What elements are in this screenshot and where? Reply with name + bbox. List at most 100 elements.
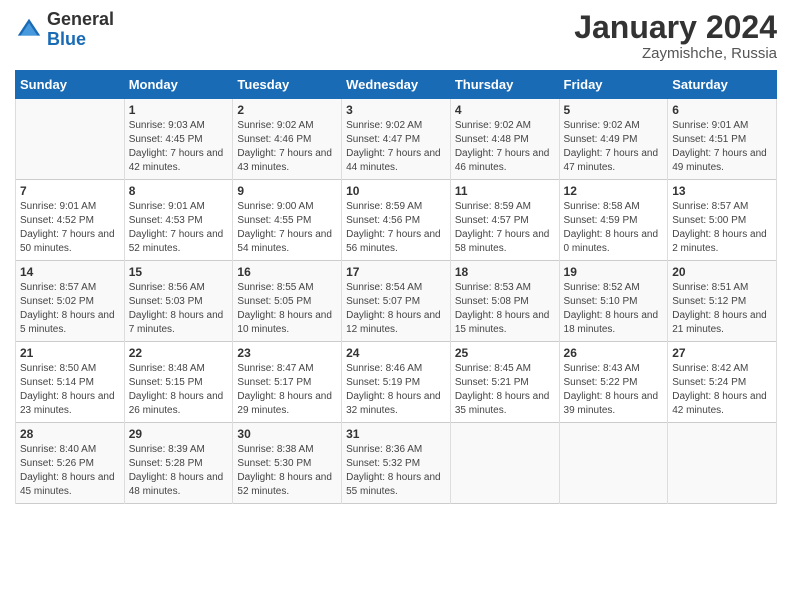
week-row-3: 14 Sunrise: 8:57 AMSunset: 5:02 PMDayligh…	[16, 261, 777, 342]
day-cell: 9 Sunrise: 9:00 AMSunset: 4:55 PMDaylight…	[233, 180, 342, 261]
day-cell: 17 Sunrise: 8:54 AMSunset: 5:07 PMDayligh…	[342, 261, 451, 342]
day-number: 15	[129, 265, 229, 279]
day-number: 28	[20, 427, 120, 441]
day-info: Sunrise: 9:01 AMSunset: 4:52 PMDaylight:…	[20, 200, 120, 256]
calendar-table: SundayMondayTuesdayWednesdayThursdayFrid…	[15, 70, 777, 504]
day-info: Sunrise: 8:43 AMSunset: 5:22 PMDaylight:…	[564, 362, 664, 418]
logo-text: General Blue	[47, 10, 114, 50]
day-cell: 1 Sunrise: 9:03 AMSunset: 4:45 PMDaylight…	[124, 99, 233, 180]
day-number: 2	[237, 103, 337, 117]
day-cell: 7 Sunrise: 9:01 AMSunset: 4:52 PMDaylight…	[16, 180, 125, 261]
day-cell: 4Sunrise: 9:02 AMSunset: 4:48 PMDaylight…	[450, 99, 559, 180]
location: Zaymishche, Russia	[574, 45, 777, 62]
day-number: 31	[346, 427, 446, 441]
day-cell: 21 Sunrise: 8:50 AMSunset: 5:14 PMDayligh…	[16, 342, 125, 423]
week-row-2: 7 Sunrise: 9:01 AMSunset: 4:52 PMDaylight…	[16, 180, 777, 261]
day-info: Sunrise: 9:02 AMSunset: 4:49 PMDaylight:…	[564, 119, 664, 175]
day-cell: 31 Sunrise: 8:36 AMSunset: 5:32 PMDayligh…	[342, 423, 451, 504]
day-info: Sunrise: 8:36 AMSunset: 5:32 PMDaylight:…	[346, 443, 446, 499]
logo-general: General	[47, 10, 114, 30]
day-number: 22	[129, 346, 229, 360]
header-day-wednesday: Wednesday	[342, 71, 451, 99]
header-day-saturday: Saturday	[668, 71, 777, 99]
day-number: 1	[129, 103, 229, 117]
day-info: Sunrise: 8:57 AMSunset: 5:02 PMDaylight:…	[20, 281, 120, 337]
day-info: Sunrise: 9:01 AMSunset: 4:53 PMDaylight:…	[129, 200, 229, 256]
day-info: Sunrise: 8:51 AMSunset: 5:12 PMDaylight:…	[672, 281, 772, 337]
day-number: 26	[564, 346, 664, 360]
day-cell	[559, 423, 668, 504]
day-number: 17	[346, 265, 446, 279]
day-info: Sunrise: 9:02 AMSunset: 4:46 PMDaylight:…	[237, 119, 337, 175]
day-cell: 18Sunrise: 8:53 AMSunset: 5:08 PMDayligh…	[450, 261, 559, 342]
week-row-5: 28Sunrise: 8:40 AMSunset: 5:26 PMDayligh…	[16, 423, 777, 504]
day-cell: 5 Sunrise: 9:02 AMSunset: 4:49 PMDaylight…	[559, 99, 668, 180]
day-cell: 15 Sunrise: 8:56 AMSunset: 5:03 PMDayligh…	[124, 261, 233, 342]
header-day-monday: Monday	[124, 71, 233, 99]
day-number: 6	[672, 103, 772, 117]
day-number: 14	[20, 265, 120, 279]
header-day-sunday: Sunday	[16, 71, 125, 99]
day-cell: 6 Sunrise: 9:01 AMSunset: 4:51 PMDaylight…	[668, 99, 777, 180]
day-number: 16	[237, 265, 337, 279]
header-day-friday: Friday	[559, 71, 668, 99]
day-number: 21	[20, 346, 120, 360]
day-info: Sunrise: 9:03 AMSunset: 4:45 PMDaylight:…	[129, 119, 229, 175]
day-info: Sunrise: 8:57 AMSunset: 5:00 PMDaylight:…	[672, 200, 772, 256]
header-row: SundayMondayTuesdayWednesdayThursdayFrid…	[16, 71, 777, 99]
day-number: 25	[455, 346, 555, 360]
day-info: Sunrise: 8:52 AMSunset: 5:10 PMDaylight:…	[564, 281, 664, 337]
logo-icon	[15, 16, 43, 44]
day-cell	[450, 423, 559, 504]
day-info: Sunrise: 8:56 AMSunset: 5:03 PMDaylight:…	[129, 281, 229, 337]
day-cell: 2 Sunrise: 9:02 AMSunset: 4:46 PMDaylight…	[233, 99, 342, 180]
header: General Blue January 2024 Zaymishche, Ru…	[15, 10, 777, 62]
day-info: Sunrise: 8:50 AMSunset: 5:14 PMDaylight:…	[20, 362, 120, 418]
day-number: 19	[564, 265, 664, 279]
day-info: Sunrise: 8:38 AMSunset: 5:30 PMDaylight:…	[237, 443, 337, 499]
month-title: January 2024	[574, 10, 777, 45]
day-info: Sunrise: 9:00 AMSunset: 4:55 PMDaylight:…	[237, 200, 337, 256]
day-number: 23	[237, 346, 337, 360]
day-cell: 30Sunrise: 8:38 AMSunset: 5:30 PMDayligh…	[233, 423, 342, 504]
day-info: Sunrise: 8:54 AMSunset: 5:07 PMDaylight:…	[346, 281, 446, 337]
day-number: 9	[237, 184, 337, 198]
header-day-thursday: Thursday	[450, 71, 559, 99]
day-info: Sunrise: 9:02 AMSunset: 4:47 PMDaylight:…	[346, 119, 446, 175]
day-cell: 11Sunrise: 8:59 AMSunset: 4:57 PMDayligh…	[450, 180, 559, 261]
day-cell: 24Sunrise: 8:46 AMSunset: 5:19 PMDayligh…	[342, 342, 451, 423]
day-number: 12	[564, 184, 664, 198]
day-cell	[668, 423, 777, 504]
day-info: Sunrise: 9:01 AMSunset: 4:51 PMDaylight:…	[672, 119, 772, 175]
day-number: 20	[672, 265, 772, 279]
day-number: 5	[564, 103, 664, 117]
day-info: Sunrise: 8:42 AMSunset: 5:24 PMDaylight:…	[672, 362, 772, 418]
logo-blue: Blue	[47, 30, 114, 50]
day-number: 11	[455, 184, 555, 198]
header-day-tuesday: Tuesday	[233, 71, 342, 99]
day-cell: 3 Sunrise: 9:02 AMSunset: 4:47 PMDaylight…	[342, 99, 451, 180]
day-cell: 8 Sunrise: 9:01 AMSunset: 4:53 PMDaylight…	[124, 180, 233, 261]
day-number: 7	[20, 184, 120, 198]
day-cell: 14 Sunrise: 8:57 AMSunset: 5:02 PMDayligh…	[16, 261, 125, 342]
day-info: Sunrise: 8:58 AMSunset: 4:59 PMDaylight:…	[564, 200, 664, 256]
day-number: 8	[129, 184, 229, 198]
day-number: 3	[346, 103, 446, 117]
day-cell: 16Sunrise: 8:55 AMSunset: 5:05 PMDayligh…	[233, 261, 342, 342]
day-info: Sunrise: 8:53 AMSunset: 5:08 PMDaylight:…	[455, 281, 555, 337]
week-row-1: 1 Sunrise: 9:03 AMSunset: 4:45 PMDaylight…	[16, 99, 777, 180]
day-cell	[16, 99, 125, 180]
title-section: January 2024 Zaymishche, Russia	[574, 10, 777, 62]
day-number: 4	[455, 103, 555, 117]
day-number: 24	[346, 346, 446, 360]
day-number: 29	[129, 427, 229, 441]
day-cell: 22Sunrise: 8:48 AMSunset: 5:15 PMDayligh…	[124, 342, 233, 423]
day-cell: 26 Sunrise: 8:43 AMSunset: 5:22 PMDayligh…	[559, 342, 668, 423]
day-number: 27	[672, 346, 772, 360]
logo: General Blue	[15, 10, 114, 50]
day-cell: 23Sunrise: 8:47 AMSunset: 5:17 PMDayligh…	[233, 342, 342, 423]
day-cell: 20 Sunrise: 8:51 AMSunset: 5:12 PMDayligh…	[668, 261, 777, 342]
day-cell: 12 Sunrise: 8:58 AMSunset: 4:59 PMDayligh…	[559, 180, 668, 261]
day-number: 10	[346, 184, 446, 198]
day-cell: 19 Sunrise: 8:52 AMSunset: 5:10 PMDayligh…	[559, 261, 668, 342]
